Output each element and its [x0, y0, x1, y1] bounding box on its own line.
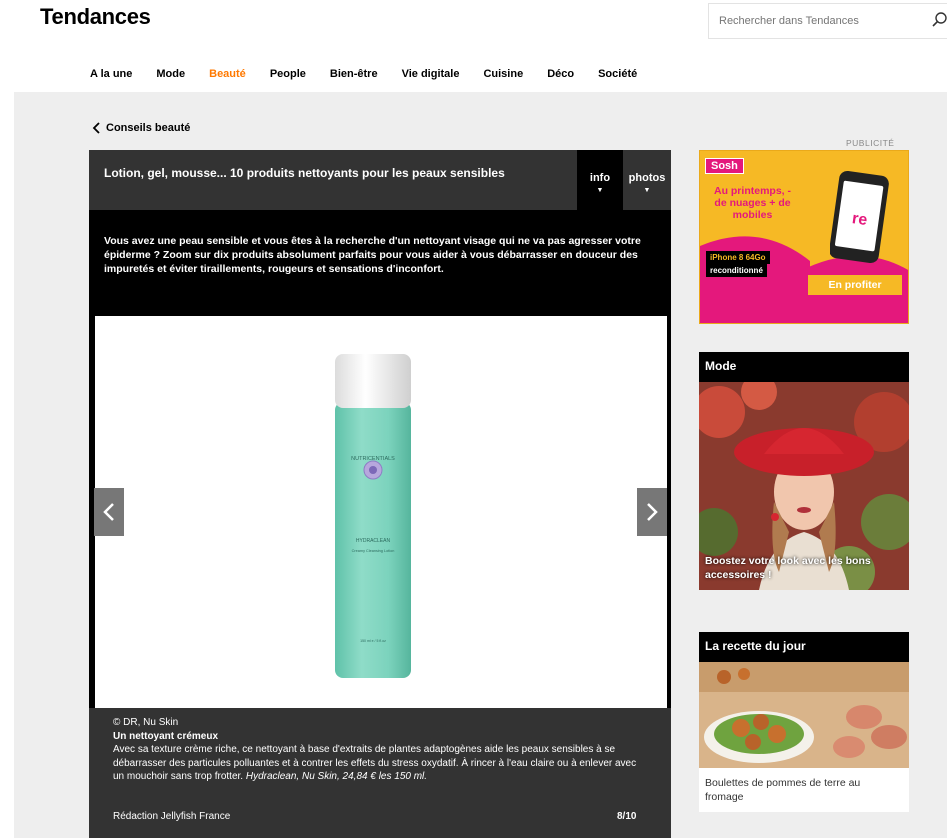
article-intro: Vous avez une peau sensible et vous êtes…: [104, 235, 641, 275]
previous-slide-button[interactable]: [94, 488, 124, 536]
tab-info[interactable]: info ▼: [577, 150, 623, 210]
search-icon[interactable]: [931, 11, 947, 29]
next-slide-button[interactable]: [637, 488, 667, 536]
ad-cta-button[interactable]: En profiter: [806, 273, 904, 297]
product-bottle-image: NUTRICENTIALS HYDRACLEAN Creamy Cleansin…: [335, 354, 411, 678]
caption-subtitle: Un nettoyant crémeux: [113, 730, 219, 742]
chevron-right-icon: [647, 503, 658, 521]
nav-item-deco[interactable]: Déco: [547, 68, 574, 80]
product-photo: NUTRICENTIALS HYDRACLEAN Creamy Cleansin…: [95, 316, 667, 708]
mode-card[interactable]: Mode Boostez votre look avec les bons ac…: [699, 352, 909, 590]
mode-card-header[interactable]: Mode: [699, 352, 909, 382]
slideshow-article: Lotion, gel, mousse... 10 produits netto…: [89, 150, 671, 838]
caption-footer: Rédaction Jellyfish France: [113, 811, 231, 822]
photo-caption: © DR, Nu Skin Un nettoyant crémeux Avec …: [89, 708, 671, 838]
nav-item-mode[interactable]: Mode: [156, 68, 185, 80]
nav-item-bien-etre[interactable]: Bien-être: [330, 68, 378, 80]
chevron-left-icon: [92, 122, 100, 134]
recipe-photo: [699, 662, 909, 768]
recipe-card-image[interactable]: [699, 662, 909, 768]
nav-item-beaute[interactable]: Beauté: [209, 68, 246, 80]
article-title: Lotion, gel, mousse... 10 produits netto…: [104, 166, 505, 180]
product-subtitle-text: Creamy Cleansing Lotion: [352, 549, 395, 553]
nav-item-vie-digitale[interactable]: Vie digitale: [402, 68, 460, 80]
nav-item-people[interactable]: People: [270, 68, 306, 80]
ad-label: PUBLICITÉ: [846, 138, 895, 148]
nav-item-a-la-une[interactable]: A la une: [90, 68, 132, 80]
recipe-card[interactable]: La recette du jour Boulettes de pommes d…: [699, 632, 909, 812]
search-input[interactable]: [719, 4, 919, 38]
ad-product: iPhone 8 64Go: [706, 251, 770, 264]
site-title[interactable]: Tendances: [40, 4, 151, 30]
caption-body: Avec sa texture crème riche, ce nettoyan…: [113, 743, 647, 784]
breadcrumb[interactable]: Conseils beauté: [92, 122, 190, 134]
ad-phone-logo: re: [851, 210, 868, 229]
mode-card-overlay-text[interactable]: Boostez votre look avec les bons accesso…: [705, 554, 885, 582]
caption-body-product: Hydraclean, Nu Skin, 24,84 € les 150 ml.: [245, 771, 428, 782]
article-header: Lotion, gel, mousse... 10 produits netto…: [89, 150, 671, 210]
tab-info-label: info: [589, 172, 611, 184]
caret-down-icon: ▼: [596, 187, 604, 194]
ad-brand-logo: Sosh: [705, 158, 744, 174]
advertisement[interactable]: Sosh Au printemps, - de nuages + de mobi…: [699, 150, 909, 324]
tab-photos-label: photos: [628, 172, 666, 184]
product-brand-text: NUTRICENTIALS: [351, 456, 395, 462]
product-volume-text: 150 ml e / 5 fl.oz: [360, 639, 386, 643]
ad-condition: reconditionné: [706, 264, 767, 277]
product-name-text: HYDRACLEAN: [356, 538, 391, 544]
caret-down-icon: ▼: [643, 187, 651, 194]
recipe-title[interactable]: Boulettes de pommes de terre au fromage: [705, 776, 895, 804]
chevron-left-icon: [103, 503, 114, 521]
breadcrumb-label: Conseils beauté: [106, 122, 191, 134]
search-box[interactable]: [708, 3, 947, 39]
nav-item-cuisine[interactable]: Cuisine: [483, 68, 523, 80]
nav-item-societe[interactable]: Société: [598, 68, 637, 80]
phone-image: re: [830, 170, 889, 264]
slide-counter: 8/10: [617, 811, 637, 822]
tab-photos[interactable]: photos ▼: [623, 150, 671, 210]
recipe-card-header[interactable]: La recette du jour: [699, 632, 909, 662]
ad-headline: Au printemps, - de nuages + de mobiles: [713, 185, 791, 221]
main-nav: A la une Mode Beauté People Bien-être Vi…: [90, 68, 661, 80]
photo-credit: © DR, Nu Skin: [113, 717, 179, 728]
